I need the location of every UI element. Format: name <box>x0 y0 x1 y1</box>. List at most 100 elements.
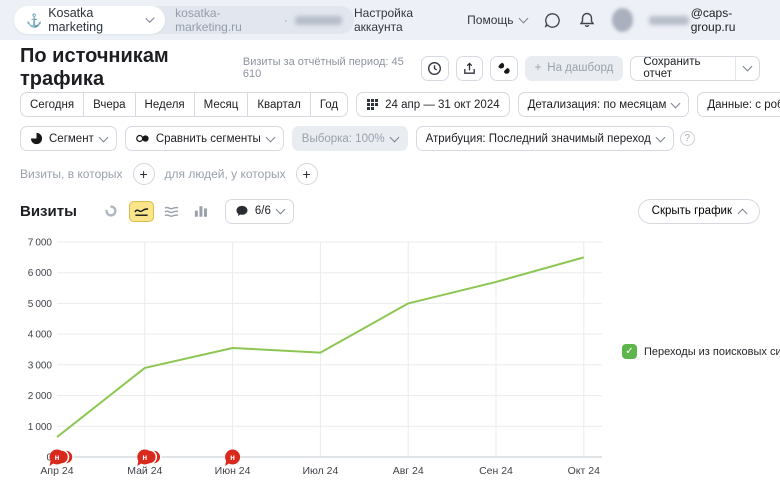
hide-chart-button[interactable]: Скрыть график <box>638 199 760 224</box>
add-to-dashboard-button[interactable]: + На дашборд <box>525 56 624 81</box>
goals-button[interactable] <box>490 56 518 81</box>
data-mode-select[interactable]: Данные: с роботами <box>697 92 780 117</box>
chevron-down-icon <box>145 14 154 23</box>
user-email[interactable]: @caps-group.ru <box>649 6 766 34</box>
data-mode-label: Данные: с роботами <box>707 99 780 111</box>
sampling-label: Выборка: 100% <box>302 133 385 145</box>
dot-separator: · <box>284 13 288 27</box>
speech-bubble-icon <box>235 205 249 217</box>
svg-text:Апр 24: Апр 24 <box>40 465 73 477</box>
pie-chart-type-button[interactable] <box>99 201 124 222</box>
svg-text:Май 24: Май 24 <box>127 465 162 477</box>
compare-segments-button[interactable]: Сравнить сегменты <box>125 126 284 151</box>
account-settings-link[interactable]: Настройка аккаунта <box>354 6 451 34</box>
period-yesterday-button[interactable]: Вчера <box>83 92 135 117</box>
plus-icon: + <box>139 166 147 182</box>
chevron-down-icon <box>655 132 665 142</box>
segment-row: Сегмент Сравнить сегменты Выборка: 100% … <box>20 126 760 151</box>
legend-item[interactable]: ✓ Переходы из поисковых систем <box>622 344 780 359</box>
avatar[interactable] <box>612 8 633 32</box>
detail-select[interactable]: Детализация: по месяцам <box>518 92 690 117</box>
chat-bubble-icon <box>543 11 562 30</box>
chevron-down-icon <box>518 14 528 24</box>
help-menu[interactable]: Помощь <box>467 13 526 27</box>
pie-segment-icon <box>30 132 43 145</box>
segment-button[interactable]: Сегмент <box>20 126 117 151</box>
svg-text:Окт 24: Окт 24 <box>568 465 600 477</box>
help-question-icon[interactable]: ? <box>680 131 695 146</box>
chevron-down-icon <box>265 132 275 142</box>
donut-chart-icon <box>104 204 118 218</box>
counter-domain-group: kosatka-marketing.ru · <box>175 6 342 34</box>
series-count-select[interactable]: 6/6 <box>225 199 294 224</box>
report-title-row: По источникам трафика Визиты за отчётный… <box>20 53 760 83</box>
columns-chart-icon <box>194 205 208 218</box>
period-quarter-button[interactable]: Квартал <box>247 92 310 117</box>
period-month-button[interactable]: Месяц <box>194 92 249 117</box>
period-row: Сегодня Вчера Неделя Месяц Квартал Год 2… <box>20 92 760 117</box>
column-chart-type-button[interactable] <box>189 201 214 222</box>
line-chart-type-button[interactable] <box>129 201 154 222</box>
filters-row: Визиты, в которых + для людей, у которых… <box>20 162 760 186</box>
svg-text:н: н <box>55 453 60 462</box>
date-range-value: 24 апр — 31 окт 2024 <box>385 99 499 111</box>
date-range-button[interactable]: 24 апр — 31 окт 2024 <box>356 92 509 117</box>
visits-period-summary: Визиты за отчётный период: 45 610 <box>243 56 409 80</box>
user-email-suffix: @caps-group.ru <box>691 6 766 34</box>
note-marker[interactable]: н <box>225 450 240 467</box>
counter-name: Kosatka marketing <box>48 6 141 34</box>
double-teardrop-icon <box>496 61 511 76</box>
series-count-value: 6/6 <box>255 205 271 217</box>
svg-text:н: н <box>230 453 235 462</box>
chat-button[interactable] <box>543 11 562 30</box>
export-button[interactable] <box>456 56 484 81</box>
chevron-down-icon <box>389 132 399 142</box>
compare-segments-label: Сравнить сегменты <box>156 133 261 145</box>
help-label: Помощь <box>467 13 513 27</box>
sampling-select[interactable]: Выборка: 100% <box>292 126 408 151</box>
topbar: ⚓ Kosatka marketing kosatka-marketing.ru… <box>0 0 780 40</box>
add-visits-filter-button[interactable]: + <box>133 163 155 185</box>
chevron-down-icon <box>275 205 285 215</box>
schedule-button[interactable] <box>421 56 449 81</box>
note-marker[interactable]: н <box>50 450 74 467</box>
note-marker[interactable]: н <box>137 450 161 467</box>
legend-label: Переходы из поисковых систем <box>644 346 780 358</box>
svg-text:Июл 24: Июл 24 <box>302 465 338 477</box>
check-icon: ✓ <box>625 346 633 357</box>
bell-icon <box>578 11 596 29</box>
calendar-grid-icon <box>366 98 379 111</box>
notifications-button[interactable] <box>578 11 596 29</box>
period-week-button[interactable]: Неделя <box>135 92 195 117</box>
legend-checkbox[interactable]: ✓ <box>622 344 637 359</box>
svg-text:7 000: 7 000 <box>28 238 53 249</box>
segment-label: Сегмент <box>49 133 94 145</box>
attribution-select[interactable]: Атрибуция: Последний значимый переход <box>416 126 674 151</box>
period-segmented-control: Сегодня Вчера Неделя Месяц Квартал Год <box>20 92 348 117</box>
save-report-button[interactable]: Сохранить отчет <box>631 57 734 80</box>
counter-domain: kosatka-marketing.ru <box>175 6 277 34</box>
visits-line-chart: 01 0002 0003 0004 0005 0006 0007 000Апр … <box>20 232 640 484</box>
counter-select[interactable]: ⚓ Kosatka marketing <box>14 6 165 34</box>
topbar-right: Настройка аккаунта Помощь @caps-group.ru <box>354 6 766 34</box>
chevron-down-icon <box>742 62 752 72</box>
save-report-dropdown[interactable] <box>735 57 759 80</box>
page-title: По источникам трафика <box>20 45 243 91</box>
export-icon <box>462 61 477 76</box>
chart-type-switcher: 6/6 <box>99 199 294 224</box>
period-today-button[interactable]: Сегодня <box>20 92 84 117</box>
add-people-filter-button[interactable]: + <box>296 163 318 185</box>
area-chart-type-button[interactable] <box>159 201 184 222</box>
save-report-label: Сохранить отчет <box>643 56 722 80</box>
compare-segments-icon <box>135 132 150 145</box>
line-chart-icon <box>134 205 149 217</box>
account-settings-label: Настройка аккаунта <box>354 6 451 34</box>
chevron-down-icon <box>671 98 681 108</box>
period-year-button[interactable]: Год <box>310 92 348 117</box>
clock-icon <box>427 61 442 76</box>
plus-icon: + <box>535 62 542 74</box>
counter-switcher: ⚓ Kosatka marketing kosatka-marketing.ru… <box>14 6 354 34</box>
svg-text:н: н <box>142 453 147 462</box>
visits-period-label: Визиты за отчётный период: <box>243 56 389 68</box>
detail-label: Детализация: по месяцам <box>528 99 667 111</box>
